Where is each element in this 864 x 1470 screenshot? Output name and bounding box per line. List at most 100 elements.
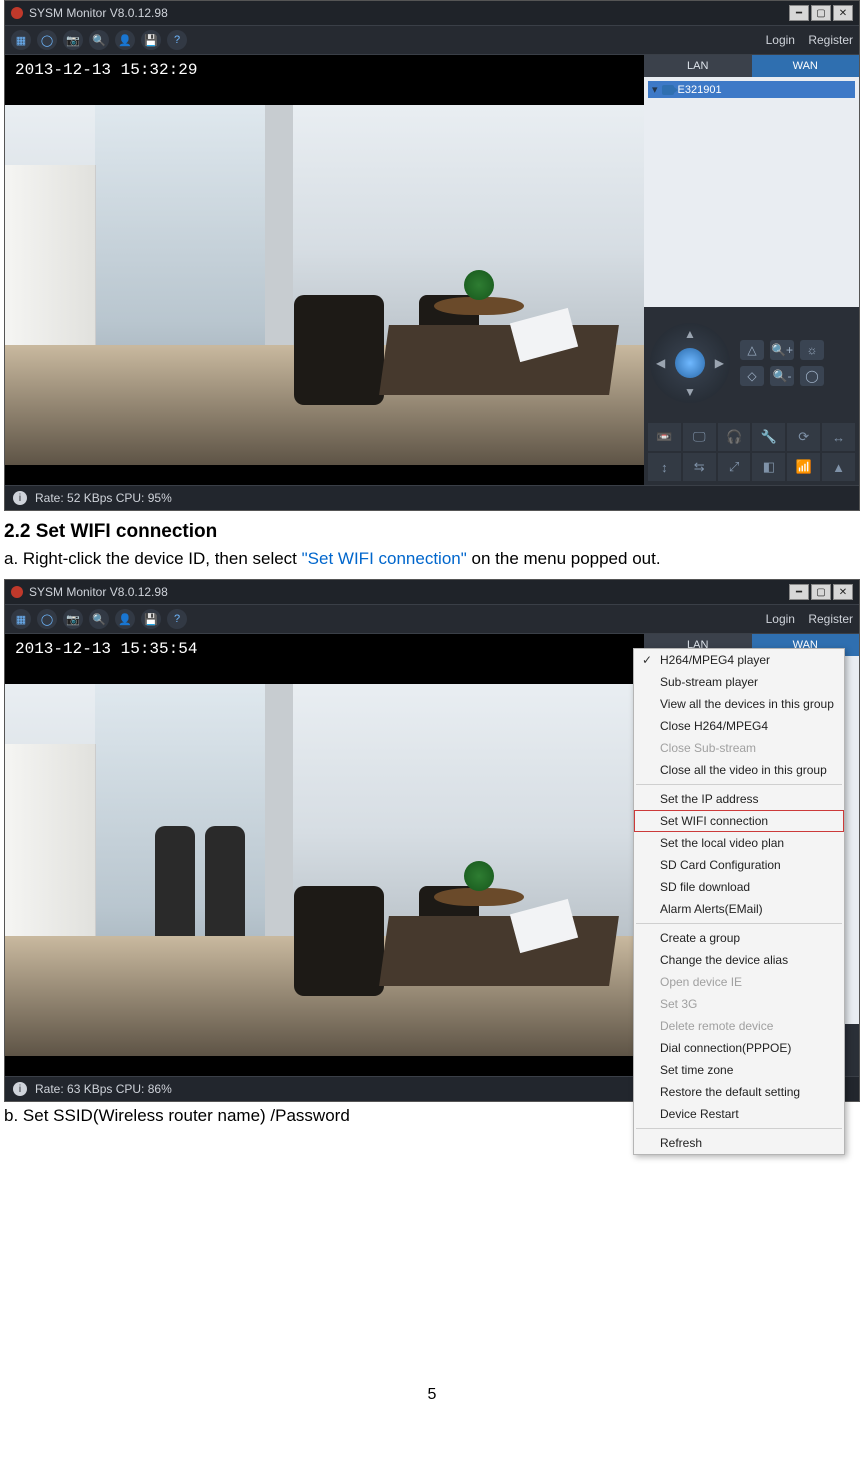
set-wifi-link-text: "Set WIFI connection" [302,549,467,568]
menu-item-set-3g: Set 3G [634,993,844,1015]
menu-item-set-the-ip-address[interactable]: Set the IP address [634,788,844,810]
monitor-tool-icon[interactable]: 🖵 [683,423,716,451]
app-window-1: SYSM Monitor V8.0.12.98 ━ ▢ ✕ ▦ ◯ 📷 🔍 👤 … [4,0,860,511]
grid-icon[interactable]: ▦ [11,30,31,50]
step-a: a. Right-click the device ID, then selec… [4,549,860,569]
tool-grid: 📼 🖵 🎧 🔧 ⟳ ↔ ↕ ⇆ ⤢ ◧ 📶 ▲ [644,419,859,485]
flip-v-icon[interactable]: ↕ [648,453,681,481]
maximize-button[interactable]: ▢ [811,584,831,600]
brightness-icon[interactable]: ☼ [800,340,824,360]
toolbar: ▦ ◯ 📷 🔍 👤 💾 ? Login Register [5,604,859,634]
menu-item-close-h264-mpeg4[interactable]: Close H264/MPEG4 [634,715,844,737]
focus-diamond-icon[interactable]: ◇ [740,366,764,386]
snapshot-icon[interactable]: 📷 [63,30,83,50]
menu-item-delete-remote-device: Delete remote device [634,1015,844,1037]
menu-item-device-restart[interactable]: Device Restart [634,1103,844,1125]
menu-item-set-wifi-connection[interactable]: Set WIFI connection [634,810,844,832]
record-tool-icon[interactable]: 📼 [648,423,681,451]
wifi-icon[interactable]: 📶 [787,453,820,481]
section-heading: 2.2 Set WIFI connection [4,521,860,543]
window-title: SYSM Monitor V8.0.12.98 [29,6,789,20]
arrow-down-icon[interactable]: ▼ [684,385,696,399]
menu-separator [636,784,842,785]
zoom-out-icon[interactable]: 🔍- [770,366,794,386]
device-item[interactable]: ▾ E321901 [648,81,855,98]
ptz-dpad[interactable]: ▲ ▼ ◀ ▶ [650,323,730,403]
menu-item-sd-file-download[interactable]: SD file download [634,876,844,898]
menu-item-alarm-alerts-email[interactable]: Alarm Alerts(EMail) [634,898,844,920]
settings-tool-icon[interactable]: 🔧 [752,423,785,451]
swap-icon[interactable]: ⇆ [683,453,716,481]
login-link[interactable]: Login [766,612,795,626]
video-viewport[interactable]: 2013-12-13 15:32:29 [5,55,644,485]
tab-wan[interactable]: WAN [752,55,860,77]
maximize-button[interactable]: ▢ [811,5,831,21]
step-a-post: on the menu popped out. [467,549,661,568]
split-icon[interactable]: ◧ [752,453,785,481]
help-icon[interactable]: ? [167,609,187,629]
side-panel: LAN WAN ▾ E321901 ▲ ▼ ◀ ▶ [644,55,859,485]
audio-tool-icon[interactable]: 🎧 [718,423,751,451]
menu-item-sd-card-configuration[interactable]: SD Card Configuration [634,854,844,876]
zoom-triangle-icon[interactable]: △ [740,340,764,360]
alert-icon[interactable]: ▲ [822,453,855,481]
minimize-button[interactable]: ━ [789,5,809,21]
menu-item-close-all-the-video-in-this-group[interactable]: Close all the video in this group [634,759,844,781]
menu-item-refresh[interactable]: Refresh [634,1132,844,1154]
grid-icon[interactable]: ▦ [11,609,31,629]
titlebar: SYSM Monitor V8.0.12.98 ━ ▢ ✕ [5,580,859,604]
toolbar: ▦ ◯ 📷 🔍 👤 💾 ? Login Register [5,25,859,55]
record-icon[interactable]: ◯ [37,30,57,50]
user-icon[interactable]: 👤 [115,609,135,629]
device-list: ▾ E321901 [644,77,859,307]
save-icon[interactable]: 💾 [141,609,161,629]
help-icon[interactable]: ? [167,30,187,50]
search-icon[interactable]: 🔍 [89,609,109,629]
menu-item-change-the-device-alias[interactable]: Change the device alias [634,949,844,971]
save-icon[interactable]: 💾 [141,30,161,50]
close-button[interactable]: ✕ [833,5,853,21]
minimize-button[interactable]: ━ [789,584,809,600]
info-icon: i [13,491,27,505]
refresh-icon[interactable] [675,348,705,378]
expand-icon[interactable]: ⤢ [718,453,751,481]
menu-item-restore-the-default-setting[interactable]: Restore the default setting [634,1081,844,1103]
status-text: Rate: 52 KBps CPU: 95% [35,491,172,505]
snapshot-icon[interactable]: 📷 [63,609,83,629]
menu-item-open-device-ie: Open device IE [634,971,844,993]
menu-item-close-sub-stream: Close Sub-stream [634,737,844,759]
zoom-in-icon[interactable]: 🔍+ [770,340,794,360]
close-icon[interactable] [11,7,23,19]
menu-separator [636,923,842,924]
menu-item-view-all-the-devices-in-this-group[interactable]: View all the devices in this group [634,693,844,715]
refresh-tool-icon[interactable]: ⟳ [787,423,820,451]
menu-item-set-time-zone[interactable]: Set time zone [634,1059,844,1081]
context-menu: H264/MPEG4 playerSub-stream playerView a… [633,648,845,1155]
arrow-right-icon[interactable]: ▶ [715,356,724,370]
ptz-panel: ▲ ▼ ◀ ▶ △ 🔍+ ☼ ◇ 🔍- ◯ [644,307,859,419]
tab-lan[interactable]: LAN [644,55,752,77]
record-icon[interactable]: ◯ [37,609,57,629]
video-viewport[interactable]: 2013-12-13 15:35:54 [5,634,644,1076]
menu-item-create-a-group[interactable]: Create a group [634,927,844,949]
close-icon[interactable] [11,586,23,598]
camera-scene [5,105,644,465]
menu-separator [636,1128,842,1129]
login-link[interactable]: Login [766,33,795,47]
page-number: 5 [4,1386,860,1424]
close-button[interactable]: ✕ [833,584,853,600]
user-icon[interactable]: 👤 [115,30,135,50]
register-link[interactable]: Register [808,612,853,626]
register-link[interactable]: Register [808,33,853,47]
menu-item-h264-mpeg4-player[interactable]: H264/MPEG4 player [634,649,844,671]
flip-h-icon[interactable]: ↔ [822,423,855,451]
step-a-pre: a. Right-click the device ID, then selec… [4,549,302,568]
arrow-left-icon[interactable]: ◀ [656,356,665,370]
iris-icon[interactable]: ◯ [800,366,824,386]
arrow-up-icon[interactable]: ▲ [684,327,696,341]
menu-item-sub-stream-player[interactable]: Sub-stream player [634,671,844,693]
camera-scene [5,684,644,1056]
search-icon[interactable]: 🔍 [89,30,109,50]
menu-item-dial-connection-pppoe[interactable]: Dial connection(PPPOE) [634,1037,844,1059]
menu-item-set-the-local-video-plan[interactable]: Set the local video plan [634,832,844,854]
